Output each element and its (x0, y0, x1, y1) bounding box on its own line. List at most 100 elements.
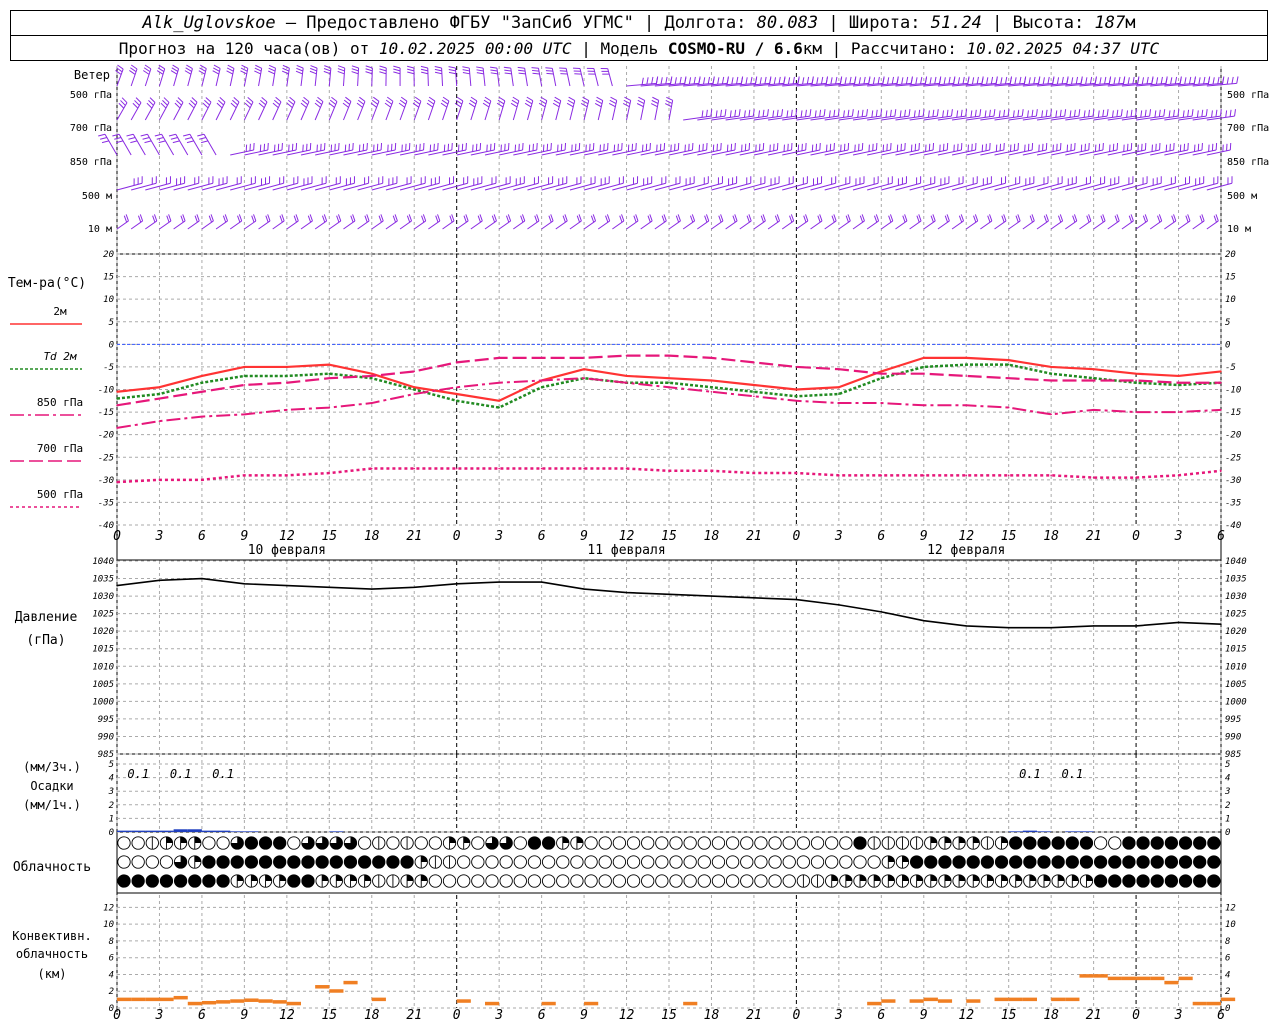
cloud-symbol (287, 836, 301, 850)
barb-tick (268, 70, 275, 75)
wind-barb (215, 214, 229, 230)
barb-tick (1151, 77, 1154, 85)
temp-point (1220, 381, 1222, 384)
barb-tick (329, 99, 337, 105)
barb-tick (633, 215, 637, 223)
wind-barb (1149, 214, 1163, 230)
cloud-full (853, 836, 867, 850)
cloud-symbol (754, 836, 768, 850)
wind-barb (498, 214, 512, 230)
cloud-circle (810, 836, 825, 850)
conv-bar (1221, 997, 1236, 1002)
barb-tick (351, 68, 359, 72)
barb-tick (197, 133, 205, 137)
pres-y-tick-left: 1000 (92, 697, 114, 707)
barb-tick (204, 99, 210, 106)
hour-label: 9 (920, 529, 928, 544)
barb-tick (282, 67, 290, 72)
barb-tick (660, 77, 663, 85)
wind-barb (413, 214, 427, 230)
barb-tick (905, 76, 909, 84)
hour-label: 3 (155, 529, 164, 544)
barb-tick (1142, 215, 1147, 223)
pres-y-tick-left: 1025 (92, 610, 114, 620)
barb-tick (435, 215, 439, 223)
cloud-symbol (301, 855, 315, 869)
temp-point (158, 420, 161, 422)
barb-tick (462, 69, 470, 72)
barb-tick (414, 96, 422, 102)
barb-tick (140, 133, 148, 137)
cloud-symbol (1193, 836, 1207, 850)
cloud-circle (782, 855, 796, 869)
barb-tick (1000, 77, 1003, 85)
temp-point (965, 357, 968, 359)
temp-point (328, 377, 331, 380)
barb-tick (1106, 109, 1109, 117)
cloud-circle (513, 855, 527, 869)
temp-point (116, 427, 118, 429)
hour-label: 3 (1174, 529, 1183, 544)
barb-tick (393, 71, 401, 75)
barb-tick (1130, 214, 1134, 222)
barb-tick (786, 110, 789, 118)
barb-tick (664, 103, 672, 108)
temp-y-tick-left: 0 (109, 340, 114, 350)
conv-bar (131, 997, 146, 1002)
barb-tick (1215, 109, 1218, 117)
temp-point (413, 467, 416, 470)
barb-tick (1168, 110, 1171, 118)
cloud-symbol (173, 855, 188, 869)
barb-tick (792, 76, 795, 84)
wind-barb (1121, 214, 1134, 230)
wind-barb (254, 64, 263, 87)
barb-tick (1114, 215, 1118, 223)
cloud-fill (1015, 874, 1022, 881)
pressure-point (583, 588, 585, 590)
conv-bar (244, 998, 259, 1002)
cloud-symbol (428, 855, 443, 869)
hour-label-bottom: 12 (619, 1008, 635, 1023)
cloud-symbol (598, 836, 612, 850)
hour-label: 15 (1001, 529, 1017, 544)
wind-barb (650, 96, 660, 121)
conv-y-tick-left: 6 (109, 954, 114, 964)
wind-barb (852, 214, 865, 230)
barb-tick (237, 215, 241, 223)
cloud-full (952, 855, 966, 869)
precip-bar (159, 830, 174, 832)
barb-tick (230, 102, 237, 109)
cloud-symbol (287, 855, 301, 869)
pres-y-tick-left: 1005 (92, 680, 114, 690)
barb-tick (365, 71, 373, 75)
hour-label: 3 (834, 529, 843, 544)
barb-tick (337, 65, 345, 69)
precip-title: Осадки (30, 779, 73, 793)
wind-level-right: 500 гПа (1227, 90, 1269, 101)
barb-tick (568, 96, 576, 102)
cloud-symbol (1051, 874, 1065, 888)
cloud-symbol (1108, 874, 1122, 888)
barb-tick (213, 64, 221, 69)
conv-y-tick-right: 6 (1225, 954, 1230, 964)
barb-tick (208, 215, 213, 223)
barb-tick (512, 96, 520, 102)
wind-barb (753, 214, 766, 230)
barb-tick (918, 109, 921, 117)
cloud-symbol (485, 874, 499, 888)
hour-label: 15 (661, 529, 677, 544)
barb-tick (817, 215, 821, 223)
temp-point (583, 357, 585, 359)
hour-label-bottom: 0 (113, 1008, 121, 1023)
hour-label: 18 (704, 529, 720, 544)
cloud-symbol (1009, 855, 1023, 869)
cloud-circle (527, 855, 542, 869)
barb-tick (470, 96, 478, 102)
barb-tick (205, 97, 212, 103)
cloud-symbol (1093, 836, 1108, 850)
barb-tick (927, 110, 930, 118)
barb-tick (1229, 109, 1232, 117)
cloud-symbol (287, 874, 301, 888)
cloud-symbol (1150, 855, 1164, 869)
pres-y-tick-right: 990 (1225, 732, 1241, 742)
